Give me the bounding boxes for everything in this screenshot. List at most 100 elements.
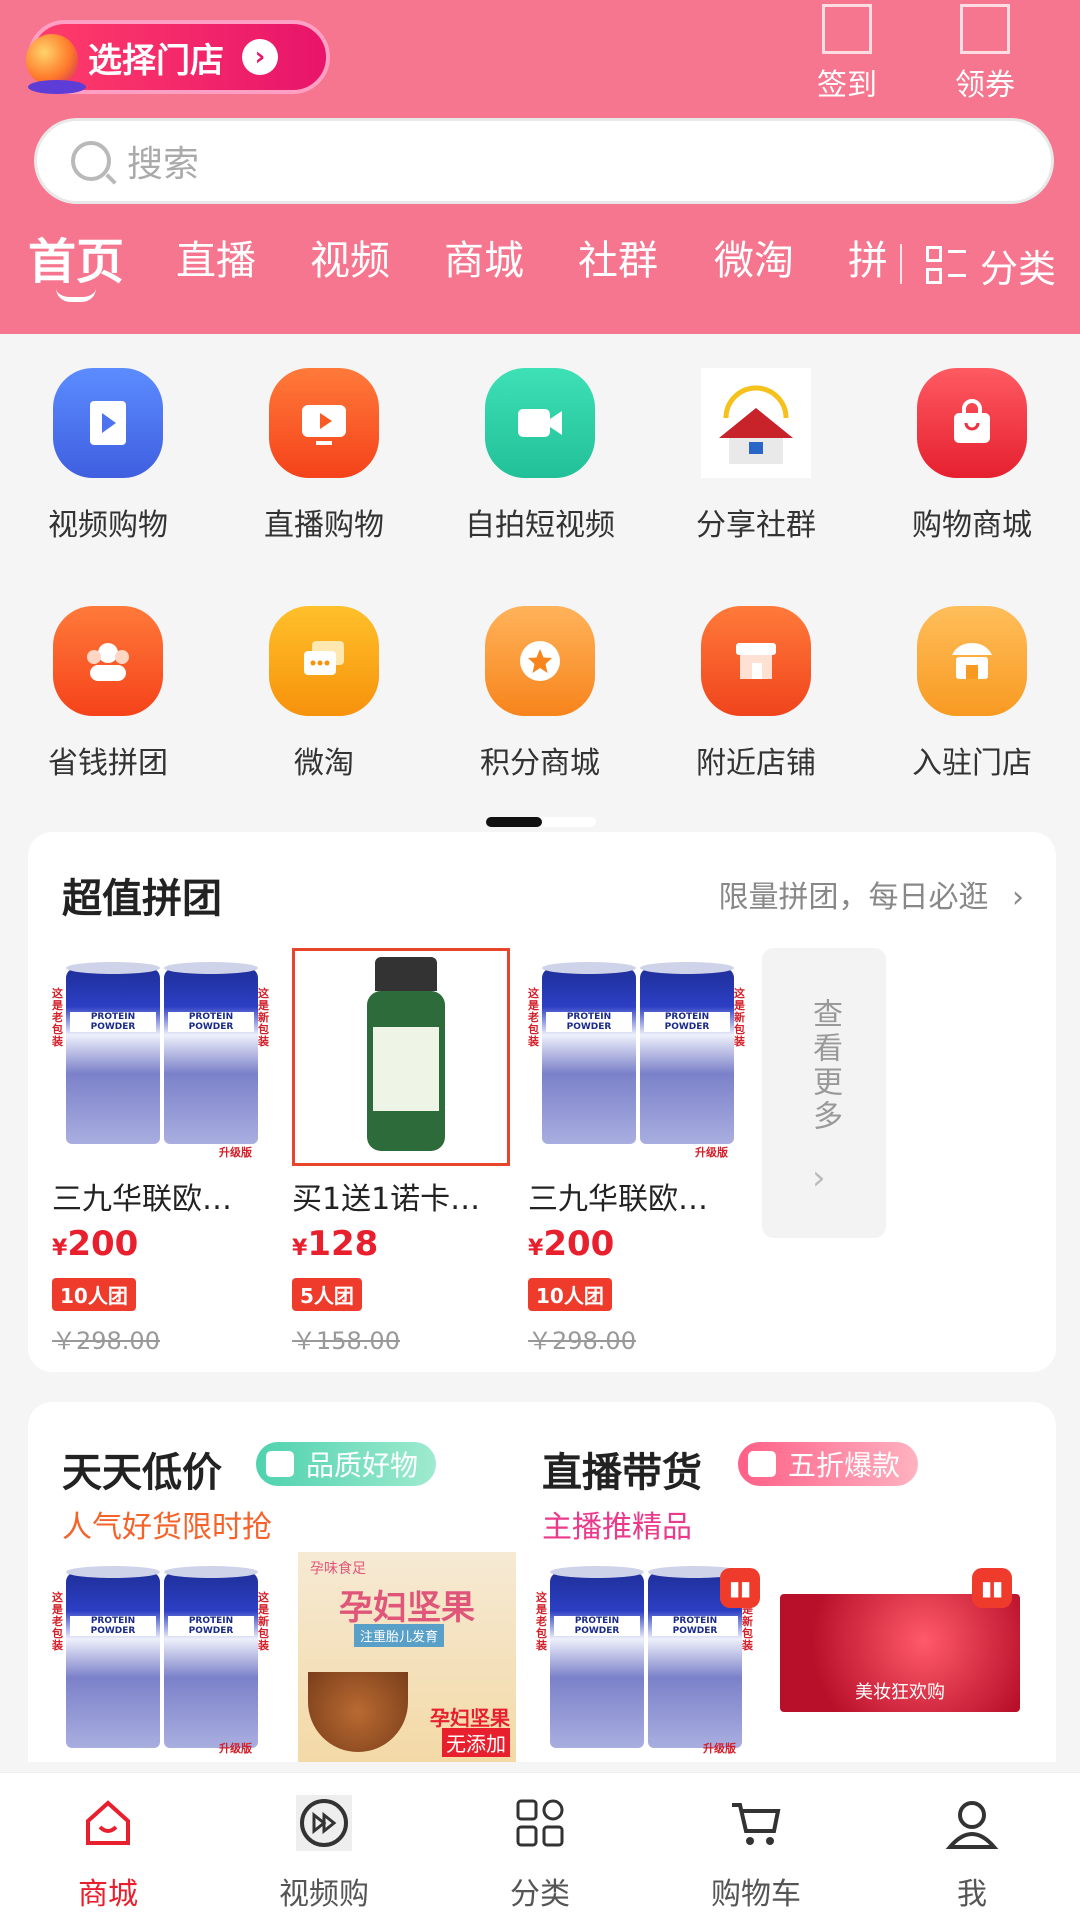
header: 选择门店 › 签到 领券 搜索 首页 直播 视频 商城 社群 微淘 拼 分类 <box>0 0 1080 334</box>
tab-live[interactable]: 直播 <box>176 228 256 286</box>
grid-item-live-shopping[interactable]: 直播购物 <box>216 368 432 544</box>
product-price: ¥200 <box>52 1224 139 1264</box>
live-selling-subtitle: 主播推精品 <box>542 1510 692 1545</box>
nav-me-label: 我 <box>957 1877 987 1912</box>
grid-label: 购物商城 <box>912 508 1032 543</box>
can-image: PROTEIN POWDER <box>66 1566 160 1748</box>
protein-powder-thumb[interactable]: 这是老包装 PROTEIN POWDER PROTEIN POWDER 这是新包… <box>52 1552 270 1762</box>
video-shopping-icon <box>53 368 163 478</box>
nut-bowl-image <box>308 1672 408 1752</box>
product-name: 三九华联欧… <box>528 1182 708 1217</box>
product-price: ¥200 <box>528 1224 615 1264</box>
group-product-card[interactable]: 这是老包装 PROTEIN POWDER PROTEIN POWDER 这是新包… <box>528 948 746 1356</box>
tab-video[interactable]: 视频 <box>310 228 390 286</box>
star-icon <box>485 606 595 716</box>
grid-item-video-shopping[interactable]: 视频购物 <box>0 368 216 544</box>
live-bars-icon: ▮▮ <box>720 1568 760 1608</box>
can-image: PROTEIN POWDER <box>164 1566 258 1748</box>
product-name: 三九华联欧… <box>52 1182 232 1217</box>
grid-item-group-buy[interactable]: 省钱拼团 <box>0 606 216 782</box>
tab-group[interactable]: 拼 <box>848 228 888 286</box>
tab-weitao[interactable]: 微淘 <box>714 228 794 286</box>
search-icon <box>71 141 111 181</box>
page-indicator <box>486 817 596 827</box>
grid-item-points-mall[interactable]: 积分商城 <box>432 606 648 782</box>
can-side-label: 这是老包装 <box>528 987 539 1048</box>
category-grid-icon <box>926 245 966 286</box>
can-side-label: 这是新包装 <box>258 1591 269 1652</box>
can-image: PROTEIN POWDER <box>640 962 734 1144</box>
grid-label: 分享社群 <box>696 508 816 543</box>
nav-category-label: 分类 <box>510 1877 570 1912</box>
pregnancy-nuts-thumb[interactable]: 孕味食足 孕妇坚果 注重胎儿发育 孕妇坚果 无添加 <box>298 1552 516 1762</box>
can-image: PROTEIN POWDER <box>550 1566 644 1748</box>
can-image: PROTEIN POWDER <box>66 962 160 1144</box>
group-deal-subtitle-link[interactable]: 限量拼团，每日必逛 › <box>718 872 1024 916</box>
grid-label: 入驻门店 <box>912 746 1032 781</box>
beauty-sale-thumb[interactable]: 美妆狂欢购 <box>780 1594 1020 1712</box>
nuts-label: 孕妇坚果 <box>430 1706 510 1730</box>
chevron-right-icon: › <box>812 1158 826 1198</box>
live-bars-icon: ▮▮ <box>972 1568 1012 1608</box>
gift-icon <box>266 1451 294 1477</box>
low-price-subtitle: 人气好货限时抢 <box>62 1510 272 1545</box>
beauty-sale-text: 美妆狂欢购 <box>855 1682 945 1703</box>
half-price-badge: 五折爆款 <box>738 1442 919 1486</box>
low-price-title[interactable]: 天天低价 <box>62 1440 222 1498</box>
feature-grid: 视频购物 直播购物 自拍短视频 分享社群 购物商城 省钱拼团 微淘 积分商城 附… <box>0 334 1080 814</box>
group-deal-card: 超值拼团 限量拼团，每日必逛 › 这是老包装 PROTEIN POWDER PR… <box>28 832 1056 1372</box>
coupon-icon <box>960 4 1010 54</box>
tab-mall[interactable]: 商城 <box>444 228 524 286</box>
live-selling-title[interactable]: 直播带货 <box>542 1440 702 1498</box>
live-shopping-icon <box>269 368 379 478</box>
can-side-label: 这是新包装 <box>258 987 269 1048</box>
bottom-nav: 商城 视频购 分类 购物车 我 <box>0 1772 1080 1920</box>
half-price-label: 五折爆款 <box>788 1449 901 1482</box>
bottle-image <box>367 957 445 1157</box>
nav-cart[interactable]: 购物车 <box>648 1795 864 1913</box>
group-product-card[interactable]: 买1送1诺卡… ¥128 5人团 ￥158.00 <box>292 948 510 1356</box>
checkin-button[interactable]: 签到 <box>802 4 892 104</box>
grid-label: 省钱拼团 <box>48 746 168 781</box>
upgrade-label: 升级版 <box>219 1742 252 1755</box>
tab-home[interactable]: 首页 <box>28 222 124 302</box>
select-store-button[interactable]: 选择门店 › <box>26 20 330 94</box>
upgrade-label: 升级版 <box>695 1146 728 1159</box>
group-product-card[interactable]: 这是老包装 PROTEIN POWDER PROTEIN POWDER 这是新包… <box>52 948 270 1356</box>
grid-item-shopping-mall[interactable]: 购物商城 <box>864 368 1080 544</box>
search-input[interactable]: 搜索 <box>34 118 1054 204</box>
nav-me[interactable]: 我 <box>864 1795 1080 1913</box>
grid-item-nearby-stores[interactable]: 附近店铺 <box>648 606 864 782</box>
grid-item-join-store[interactable]: 入驻门店 <box>864 606 1080 782</box>
house-sun-icon <box>701 368 811 478</box>
tab-category[interactable]: 分类 <box>926 238 1056 293</box>
original-price: ￥298.00 <box>52 1327 160 1355</box>
upgrade-label: 升级版 <box>219 1146 252 1159</box>
can-side-label: 这是老包装 <box>536 1591 547 1652</box>
can-side-label: 这是老包装 <box>52 987 63 1048</box>
user-icon <box>945 1801 999 1849</box>
search-placeholder: 搜索 <box>127 144 200 185</box>
grid-item-weitao[interactable]: 微淘 <box>216 606 432 782</box>
tab-divider <box>900 244 902 284</box>
camera-icon <box>485 368 595 478</box>
grid-item-share-community[interactable]: 分享社群 <box>648 368 864 544</box>
page-indicator-active <box>486 817 542 827</box>
quality-goods-badge: 品质好物 <box>256 1442 437 1486</box>
nav-mall[interactable]: 商城 <box>0 1795 216 1913</box>
can-side-label: 这是新包装 <box>734 987 745 1048</box>
promo-sections-card: 天天低价 品质好物 人气好货限时抢 直播带货 五折爆款 主播推精品 这是老包装 … <box>28 1402 1056 1762</box>
cart-icon <box>732 1803 781 1845</box>
grid-item-selfie-video[interactable]: 自拍短视频 <box>432 368 648 544</box>
group-size-badge: 10人团 <box>52 1278 136 1311</box>
category-icon <box>516 1799 564 1847</box>
coupon-button[interactable]: 领券 <box>940 4 1030 104</box>
upgrade-label: 升级版 <box>703 1742 736 1755</box>
live-play-icon <box>748 1451 776 1477</box>
nav-video-buy[interactable]: 视频购 <box>216 1795 432 1913</box>
nuts-title: 孕妇坚果 <box>339 1588 475 1628</box>
tab-community[interactable]: 社群 <box>578 228 658 286</box>
supplement-bottle-image <box>292 948 510 1166</box>
grid-label: 视频购物 <box>48 508 168 543</box>
nav-category[interactable]: 分类 <box>432 1795 648 1913</box>
